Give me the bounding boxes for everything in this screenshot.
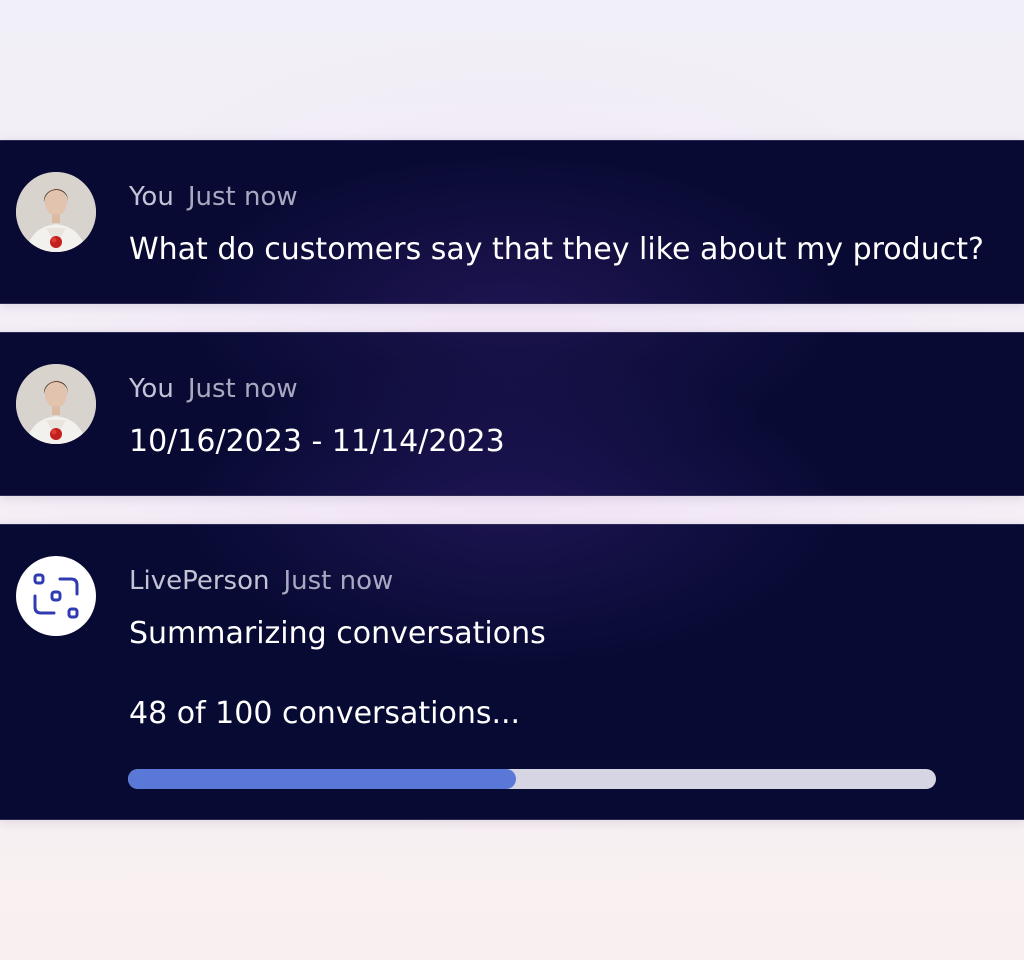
message-text: What do customers say that they like abo… bbox=[129, 232, 984, 267]
message-time: Just now bbox=[283, 566, 394, 596]
user-avatar bbox=[16, 172, 96, 252]
message-card-question: You Just now What do customers say that t… bbox=[0, 140, 1024, 304]
sender-name: You bbox=[129, 374, 174, 404]
bot-avatar bbox=[16, 556, 96, 636]
message-meta: LivePerson Just now bbox=[129, 565, 393, 597]
message-text: Summarizing conversations bbox=[129, 616, 546, 651]
sender-name: LivePerson bbox=[129, 566, 270, 596]
message-meta: You Just now bbox=[129, 181, 298, 213]
message-time: Just now bbox=[187, 374, 298, 404]
progress-bar-fill bbox=[128, 769, 516, 789]
user-avatar bbox=[16, 364, 96, 444]
message-time: Just now bbox=[187, 182, 298, 212]
message-card-date-range: You Just now 10/16/2023 - 11/14/2023 bbox=[0, 332, 1024, 496]
progress-status-text: 48 of 100 conversations... bbox=[129, 696, 521, 731]
progress-bar bbox=[128, 769, 936, 789]
message-text: 10/16/2023 - 11/14/2023 bbox=[129, 424, 505, 459]
sender-name: You bbox=[129, 182, 174, 212]
message-card-bot-progress: LivePerson Just now Summarizing conversat… bbox=[0, 524, 1024, 820]
liveperson-bot-icon bbox=[33, 573, 79, 619]
message-meta: You Just now bbox=[129, 373, 298, 405]
